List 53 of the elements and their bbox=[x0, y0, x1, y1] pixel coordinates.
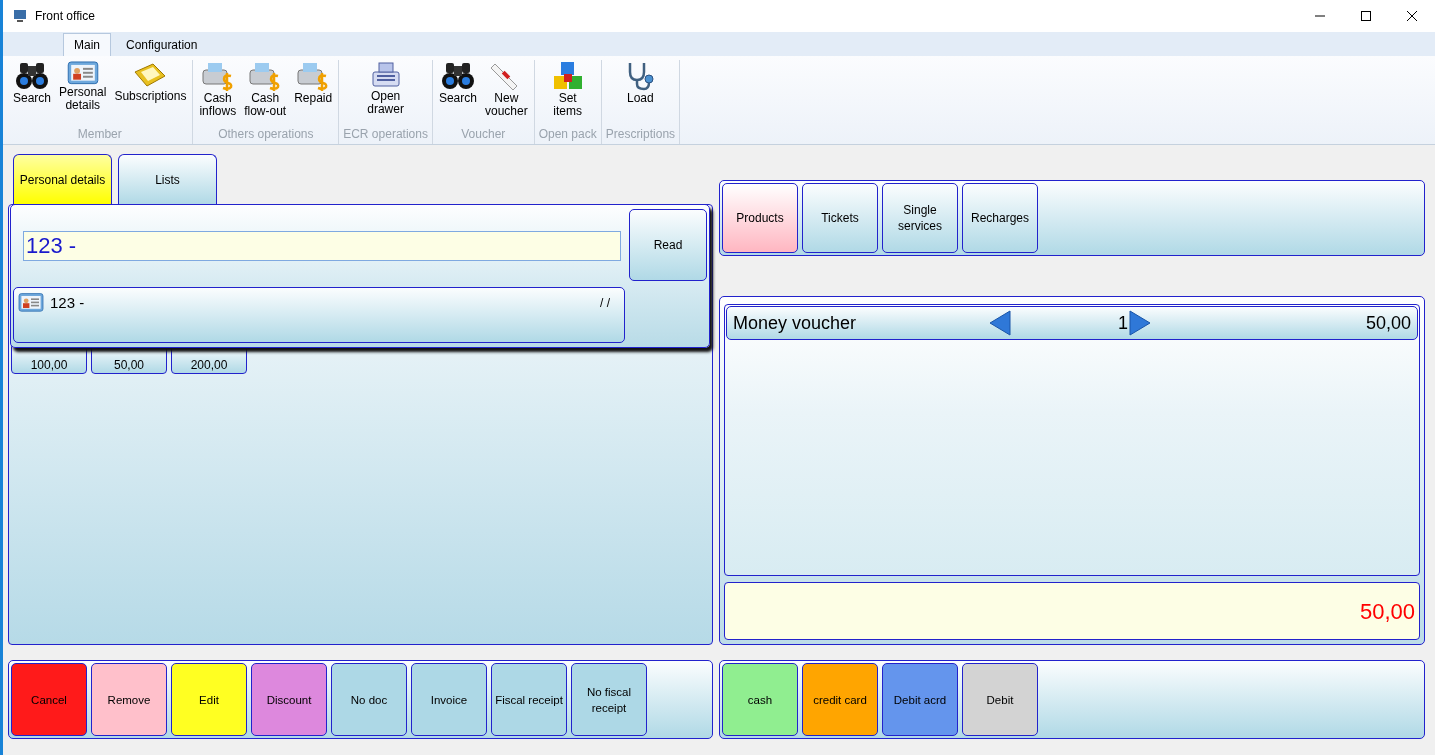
group-label: Member bbox=[77, 127, 122, 143]
category-button[interactable]: Tickets bbox=[802, 183, 878, 253]
panel-tab[interactable]: Lists bbox=[118, 154, 217, 204]
category-button[interactable]: Single services bbox=[882, 183, 958, 253]
group-label: Prescriptions bbox=[605, 127, 676, 143]
ribbon-button[interactable]: Repaid bbox=[292, 60, 335, 127]
ribbon-button[interactable]: Set items bbox=[549, 60, 586, 127]
group-label: Open pack bbox=[538, 127, 597, 143]
cubes-icon bbox=[551, 60, 584, 92]
ribbon-button[interactable]: Personal details bbox=[57, 60, 109, 127]
cart-row[interactable]: Money voucher 1 50,00 bbox=[726, 306, 1418, 340]
ribbon-button[interactable]: Load bbox=[622, 60, 659, 127]
binoculars-icon bbox=[440, 60, 475, 92]
panel-tab[interactable]: Personal details bbox=[13, 154, 112, 204]
ribbon-button[interactable]: New voucher bbox=[482, 60, 530, 127]
search-field[interactable]: 123 - bbox=[23, 231, 621, 261]
action-button[interactable]: Edit bbox=[171, 663, 247, 736]
close-icon[interactable] bbox=[1407, 11, 1417, 21]
action-button[interactable]: Discount bbox=[251, 663, 327, 736]
ribbon-tab[interactable]: Main bbox=[63, 33, 111, 56]
action-button[interactable]: Remove bbox=[91, 663, 167, 736]
group-label: ECR operations bbox=[343, 127, 428, 143]
action-button[interactable]: Cancel bbox=[11, 663, 87, 736]
action-button[interactable]: Invoice bbox=[411, 663, 487, 736]
left-arrow-icon[interactable] bbox=[988, 310, 1012, 336]
right-arrow-icon[interactable] bbox=[1128, 310, 1152, 336]
ribbon-button[interactable]: Subscriptions bbox=[112, 60, 189, 127]
payment-button[interactable]: Debit bbox=[962, 663, 1038, 736]
category-button[interactable]: Recharges bbox=[962, 183, 1038, 253]
action-button[interactable]: Fiscal receipt bbox=[491, 663, 567, 736]
read-button[interactable]: Read bbox=[629, 209, 707, 281]
ribbon-tab[interactable]: Configuration bbox=[115, 33, 209, 56]
ribbon-button[interactable]: Search bbox=[11, 60, 54, 127]
action-button[interactable]: No doc bbox=[331, 663, 407, 736]
category-button[interactable]: Products bbox=[722, 183, 798, 253]
group-label: Voucher bbox=[461, 127, 506, 143]
action-button[interactable]: No fiscal receipt bbox=[571, 663, 647, 736]
ribbon-button[interactable]: Search bbox=[436, 60, 479, 127]
member-result[interactable]: 123 - / / bbox=[13, 287, 625, 343]
window-title: Front office bbox=[35, 9, 96, 23]
maximize-icon[interactable] bbox=[1361, 11, 1371, 21]
monitor-icon bbox=[13, 9, 27, 23]
ribbon-button[interactable]: Open drawer bbox=[365, 60, 406, 127]
total-display: 50,00 bbox=[724, 582, 1420, 640]
payment-button[interactable]: cash bbox=[722, 663, 798, 736]
id-card-icon bbox=[66, 60, 99, 86]
ribbon-button[interactable]: Cash flow-out bbox=[242, 60, 289, 127]
ribbon-button[interactable]: Cash inflows bbox=[197, 60, 239, 127]
binoculars-icon bbox=[15, 60, 49, 92]
payment-button[interactable]: credit card bbox=[802, 663, 878, 736]
payment-button[interactable]: Debit acrd bbox=[882, 663, 958, 736]
id-card-icon bbox=[18, 292, 44, 313]
group-label: Others operations bbox=[218, 127, 314, 143]
